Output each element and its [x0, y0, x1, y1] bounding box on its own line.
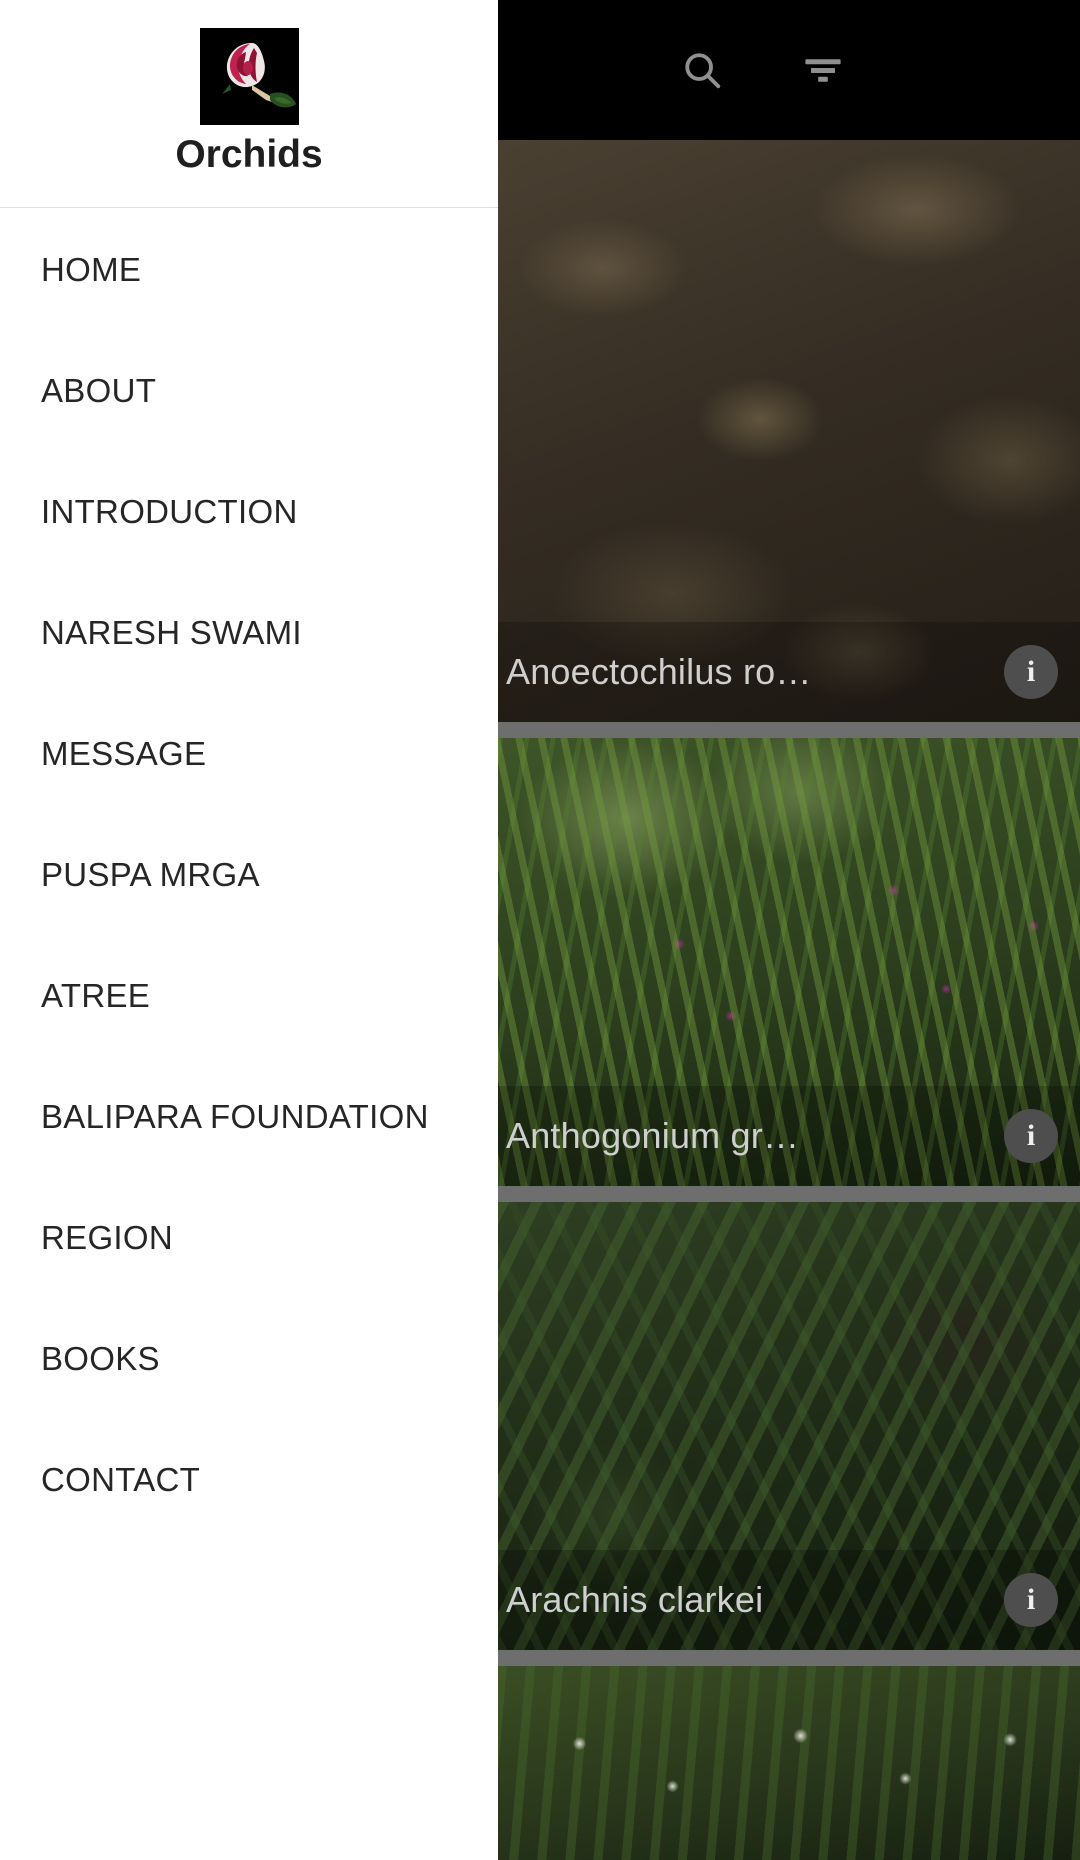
- drawer-menu: HOME ABOUT INTRODUCTION NARESH SWAMI MES…: [0, 209, 498, 1540]
- menu-item-about[interactable]: ABOUT: [0, 330, 498, 451]
- card-caption: Arachnis clarkei: [506, 1579, 764, 1620]
- menu-item-label: ABOUT: [41, 371, 157, 409]
- card-caption-bar: Anthogonium gr… i: [498, 1086, 1080, 1186]
- gallery-card[interactable]: Anthogonium gr… i: [498, 738, 1080, 1186]
- menu-item-label: HOME: [41, 250, 142, 288]
- info-icon[interactable]: i: [1004, 1573, 1058, 1627]
- menu-item-label: REGION: [41, 1218, 173, 1256]
- drawer-title: Orchids: [175, 133, 323, 176]
- drawer-header: Orchids: [0, 0, 498, 208]
- navigation-drawer: Orchids HOME ABOUT INTRODUCTION NARESH S…: [0, 0, 498, 1860]
- menu-item-label: ATREE: [41, 976, 151, 1014]
- gallery-card[interactable]: Arachnis clarkei i: [498, 1202, 1080, 1650]
- card-caption: Anthogonium gr…: [506, 1115, 800, 1156]
- menu-item-label: BALIPARA FOUNDATION: [41, 1097, 429, 1135]
- menu-item-label: MESSAGE: [41, 734, 207, 772]
- card-caption: Anoectochilus ro…: [506, 651, 812, 692]
- filter-list-icon[interactable]: [791, 38, 855, 102]
- card-caption-bar: Anoectochilus ro… i: [498, 622, 1080, 722]
- menu-item-introduction[interactable]: INTRODUCTION: [0, 451, 498, 572]
- app-root: Anoectochilus ro… i Anthogonium gr… i Ar…: [0, 0, 1080, 1860]
- menu-item-balipara-foundation[interactable]: BALIPARA FOUNDATION: [0, 1056, 498, 1177]
- info-icon[interactable]: i: [1004, 1109, 1058, 1163]
- info-icon[interactable]: i: [1004, 645, 1058, 699]
- menu-item-label: NARESH SWAMI: [41, 613, 302, 651]
- menu-item-contact[interactable]: CONTACT: [0, 1419, 498, 1540]
- menu-item-region[interactable]: REGION: [0, 1177, 498, 1298]
- menu-item-label: CONTACT: [41, 1460, 201, 1498]
- orchid-flower-photo: [200, 28, 299, 125]
- menu-item-puspa-mrga[interactable]: PUSPA MRGA: [0, 814, 498, 935]
- menu-item-message[interactable]: MESSAGE: [0, 693, 498, 814]
- menu-item-books[interactable]: BOOKS: [0, 1298, 498, 1419]
- card-separator: [498, 722, 1080, 738]
- menu-item-naresh-swami[interactable]: NARESH SWAMI: [0, 572, 498, 693]
- card-separator: [498, 1186, 1080, 1202]
- search-icon[interactable]: [670, 38, 734, 102]
- menu-item-label: PUSPA MRGA: [41, 855, 260, 893]
- card-separator: [498, 1650, 1080, 1666]
- menu-item-atree[interactable]: ATREE: [0, 935, 498, 1056]
- card-caption-bar: Arachnis clarkei i: [498, 1550, 1080, 1650]
- gallery-card[interactable]: Anoectochilus ro… i: [498, 140, 1080, 722]
- menu-item-label: BOOKS: [41, 1339, 160, 1377]
- gallery-card[interactable]: [498, 1666, 1080, 1860]
- menu-item-home[interactable]: HOME: [0, 209, 498, 330]
- menu-item-label: INTRODUCTION: [41, 492, 298, 530]
- card-photo: [498, 1666, 1080, 1860]
